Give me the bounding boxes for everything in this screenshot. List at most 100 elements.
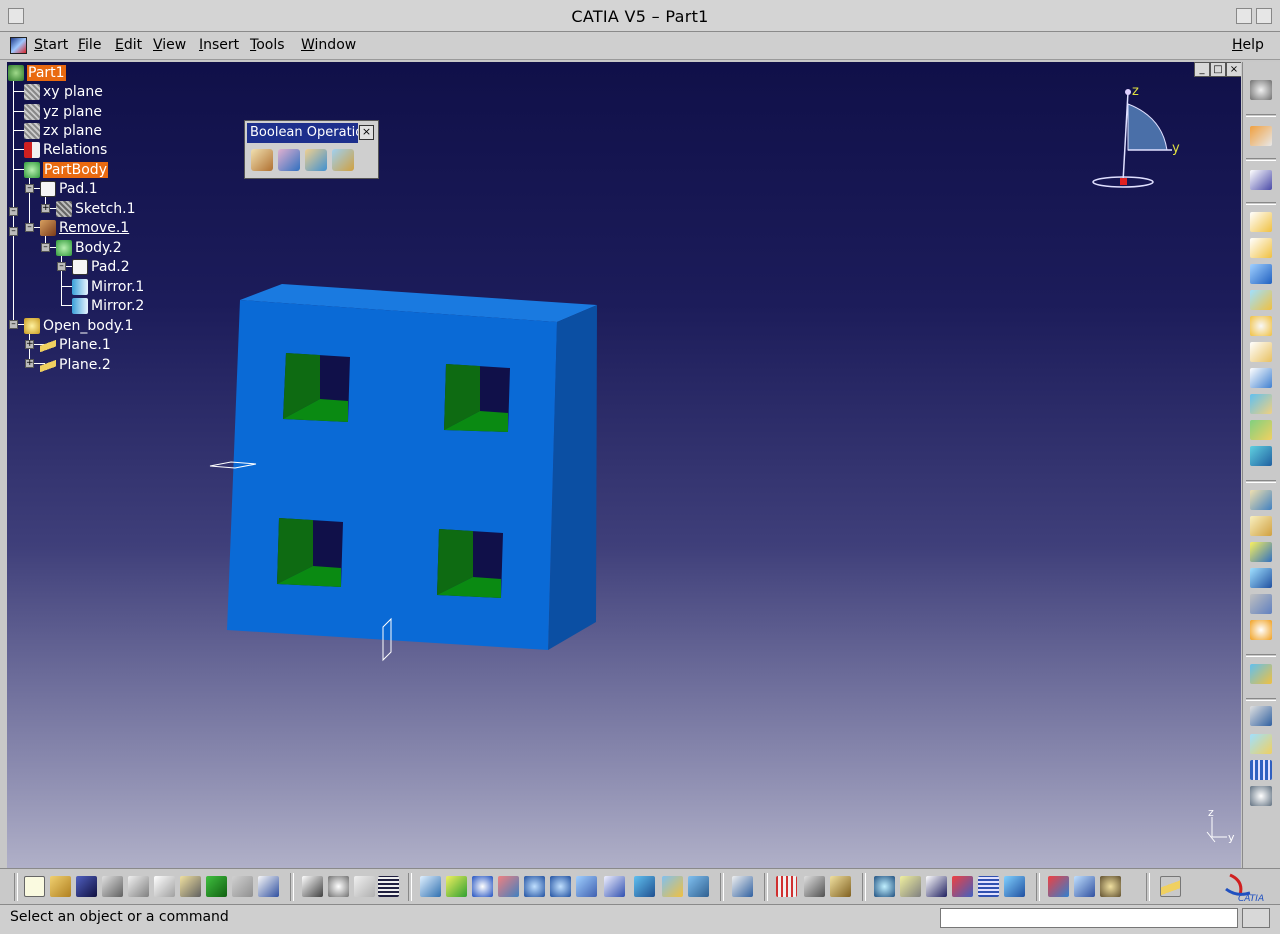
slot-icon[interactable] bbox=[1250, 368, 1272, 388]
new-document-icon[interactable] bbox=[24, 876, 45, 897]
swap-visible-space-icon[interactable] bbox=[688, 876, 709, 897]
draft-icon[interactable] bbox=[1250, 542, 1272, 562]
tree-node-xy-plane[interactable]: xy plane bbox=[24, 83, 103, 101]
zoom-out-icon[interactable] bbox=[550, 876, 571, 897]
catia-logo-icon[interactable] bbox=[10, 37, 27, 54]
menu-window[interactable]: Window bbox=[301, 37, 356, 53]
hole-icon[interactable] bbox=[1250, 316, 1272, 336]
hide-show-icon[interactable] bbox=[662, 876, 683, 897]
redo-icon[interactable] bbox=[232, 876, 253, 897]
photo-studio-icon[interactable] bbox=[1100, 876, 1121, 897]
boolean-toolbar-title[interactable]: Boolean Operations bbox=[247, 123, 358, 143]
power-input-button[interactable] bbox=[1242, 908, 1270, 928]
tree-node-partbody[interactable]: PartBody bbox=[24, 161, 108, 179]
remove-operation-icon[interactable] bbox=[305, 149, 327, 171]
copy-icon[interactable] bbox=[154, 876, 175, 897]
rotate-icon[interactable] bbox=[498, 876, 519, 897]
tree-node-open-body1[interactable]: Open_body.1 bbox=[24, 317, 133, 335]
tree-node-pad2[interactable]: Pad.2 bbox=[72, 258, 130, 276]
expand-toggle[interactable]: – bbox=[9, 320, 18, 329]
expand-toggle[interactable]: + bbox=[41, 204, 50, 213]
thickness-icon[interactable] bbox=[1250, 594, 1272, 614]
paste-icon[interactable] bbox=[180, 876, 201, 897]
shaft-icon[interactable] bbox=[1250, 264, 1272, 284]
view-mode-icon[interactable] bbox=[634, 876, 655, 897]
quick-view-icon[interactable] bbox=[604, 876, 625, 897]
pad-tool-icon[interactable] bbox=[1250, 212, 1272, 232]
minimize-button[interactable] bbox=[1236, 8, 1252, 24]
save-icon[interactable] bbox=[76, 876, 97, 897]
menu-help[interactable]: Help bbox=[1232, 37, 1264, 53]
boolean-toolbar-close-button[interactable]: × bbox=[359, 125, 374, 140]
render-style-icon[interactable] bbox=[1074, 876, 1095, 897]
expand-toggle[interactable]: + bbox=[25, 359, 34, 368]
pocket-tool-icon[interactable] bbox=[1250, 238, 1272, 258]
expand-toggle[interactable]: – bbox=[25, 223, 34, 232]
expand-toggle[interactable]: – bbox=[57, 262, 66, 271]
tree-node-sketch1[interactable]: Sketch.1 bbox=[56, 200, 136, 218]
translation-icon[interactable] bbox=[1250, 706, 1272, 726]
expand-toggle[interactable]: + bbox=[25, 340, 34, 349]
rule-icon[interactable] bbox=[354, 876, 375, 897]
expand-toggle[interactable]: – bbox=[25, 184, 34, 193]
catalog-browser-icon[interactable] bbox=[732, 876, 753, 897]
menu-start[interactable]: Start bbox=[34, 37, 68, 53]
gear-icon[interactable] bbox=[1250, 80, 1272, 100]
axis-system-icon[interactable] bbox=[900, 876, 921, 897]
normal-view-icon[interactable] bbox=[576, 876, 597, 897]
plane-tool-icon[interactable] bbox=[1160, 876, 1181, 897]
tree-node-remove1[interactable]: Remove.1 bbox=[40, 219, 129, 237]
removed-loft-icon[interactable] bbox=[1250, 446, 1272, 466]
thread-icon[interactable] bbox=[1250, 620, 1272, 640]
menu-insert[interactable]: Insert bbox=[199, 37, 239, 53]
tree-node-mirror1[interactable]: Mirror.1 bbox=[72, 278, 144, 296]
knowledge-advisor-icon[interactable] bbox=[328, 876, 349, 897]
shell-icon[interactable] bbox=[1250, 568, 1272, 588]
tree-node-zx-plane[interactable]: zx plane bbox=[24, 122, 102, 140]
measure-inertia-icon[interactable] bbox=[830, 876, 851, 897]
scale-values-icon[interactable] bbox=[926, 876, 947, 897]
tree-node-yz-plane[interactable]: yz plane bbox=[24, 103, 102, 121]
chamfer-icon[interactable] bbox=[1250, 516, 1272, 536]
formula-icon[interactable] bbox=[302, 876, 323, 897]
measure-item-icon[interactable] bbox=[804, 876, 825, 897]
print-icon[interactable] bbox=[102, 876, 123, 897]
cut-icon[interactable] bbox=[128, 876, 149, 897]
apply-material-icon[interactable] bbox=[1048, 876, 1069, 897]
loft-icon[interactable] bbox=[1250, 420, 1272, 440]
intersect-icon[interactable] bbox=[332, 149, 354, 171]
assemble-icon[interactable] bbox=[251, 149, 273, 171]
open-folder-icon[interactable] bbox=[50, 876, 71, 897]
stiffener-icon[interactable] bbox=[1250, 394, 1272, 414]
constraint-icon[interactable] bbox=[952, 876, 973, 897]
fit-all-in-icon[interactable] bbox=[446, 876, 467, 897]
tree-node-relations[interactable]: Relations bbox=[24, 141, 107, 159]
fly-mode-icon[interactable] bbox=[420, 876, 441, 897]
menu-file[interactable]: File bbox=[78, 37, 101, 53]
menu-view[interactable]: View bbox=[153, 37, 186, 53]
scaling-icon[interactable] bbox=[1250, 786, 1272, 806]
add-icon[interactable] bbox=[278, 149, 300, 171]
menu-tools[interactable]: Tools bbox=[250, 37, 285, 53]
expand-toggle[interactable]: – bbox=[9, 227, 18, 236]
part-geometry[interactable]: z y z y bbox=[7, 62, 1241, 868]
power-input-field[interactable] bbox=[940, 908, 1238, 928]
design-table-icon[interactable] bbox=[378, 876, 399, 897]
tree-node-mirror2[interactable]: Mirror.2 bbox=[72, 297, 144, 315]
measure-between-icon[interactable] bbox=[776, 876, 797, 897]
tree-node-body2[interactable]: Body.2 bbox=[56, 239, 122, 257]
work-on-support-icon[interactable] bbox=[1004, 876, 1025, 897]
update-icon[interactable] bbox=[874, 876, 895, 897]
groove-icon[interactable] bbox=[1250, 290, 1272, 310]
menu-edit[interactable]: Edit bbox=[115, 37, 142, 53]
sketcher-icon[interactable] bbox=[1250, 170, 1272, 190]
zoom-in-icon[interactable] bbox=[524, 876, 545, 897]
tree-node-pad1[interactable]: Pad.1 bbox=[40, 180, 98, 198]
tree-node-plane2[interactable]: Plane.2 bbox=[40, 356, 111, 374]
tree-node-part1[interactable]: Part1 bbox=[8, 64, 66, 82]
mirror-tool-icon[interactable] bbox=[1250, 734, 1272, 754]
maximize-button[interactable] bbox=[1256, 8, 1272, 24]
select-cursor-icon[interactable] bbox=[1250, 126, 1272, 146]
whats-this-help-icon[interactable] bbox=[258, 876, 279, 897]
3d-viewport[interactable]: _ □ × z y z y Part1 xy plane yz plane zx… bbox=[7, 62, 1241, 868]
